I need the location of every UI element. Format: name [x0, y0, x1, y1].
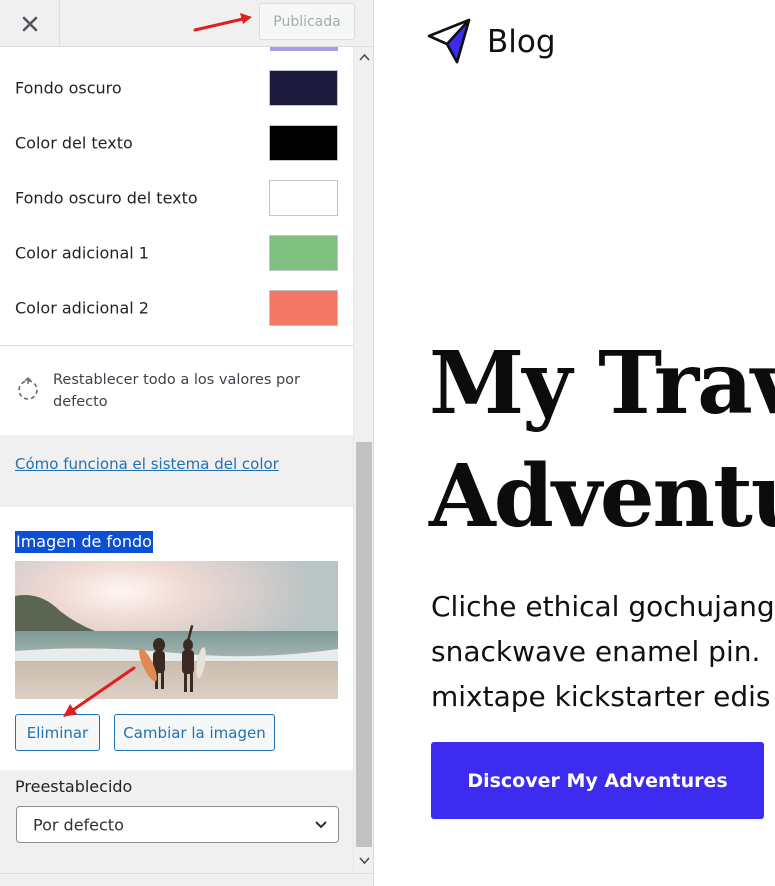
- close-icon: [22, 16, 37, 31]
- hero-text-line: Cliche ethical gochujang: [431, 590, 775, 623]
- colors-panel: Fondo oscuro Color del texto Fondo oscur…: [0, 47, 353, 873]
- site-preview: Blog My Trav Adventu Cliche ethical goch…: [375, 0, 775, 886]
- color-swatch[interactable]: [269, 180, 338, 216]
- color-label: Fondo oscuro: [15, 78, 122, 98]
- color-swatch[interactable]: [269, 290, 338, 326]
- color-label: Color adicional 2: [15, 298, 149, 318]
- color-swatch[interactable]: [269, 70, 338, 106]
- customizer-footer: [0, 873, 373, 886]
- color-swatch-partial[interactable]: [270, 47, 338, 51]
- color-palette-section: Fondo oscuro Color del texto Fondo oscur…: [0, 47, 353, 435]
- reset-colors-button[interactable]: Restablecer todo a los valores por defec…: [15, 367, 345, 415]
- preset-select[interactable]: Por defecto: [16, 806, 339, 843]
- customizer-sidebar: Publicada Fondo oscuro Color del texto F…: [0, 0, 374, 886]
- hero-title-line: Adventu: [429, 446, 775, 547]
- hero-text-line: snackwave enamel pin.: [431, 635, 761, 668]
- scroll-down-arrow-icon[interactable]: [359, 857, 370, 865]
- divider: [0, 345, 353, 346]
- color-label: Color del texto: [15, 133, 133, 153]
- help-section: Cómo funciona el sistema del color: [0, 435, 353, 507]
- preset-label: Preestablecido: [15, 777, 133, 796]
- site-title[interactable]: Blog: [487, 24, 556, 60]
- chevron-down-icon: [315, 821, 327, 829]
- color-row-color-adicional-1: Color adicional 1: [15, 235, 338, 271]
- customizer-header: Publicada: [0, 0, 373, 47]
- color-system-help-link[interactable]: Cómo funciona el sistema del color: [15, 455, 279, 473]
- color-swatch[interactable]: [269, 235, 338, 271]
- discover-adventures-button[interactable]: Discover My Adventures: [431, 742, 764, 819]
- reset-icon: [18, 377, 38, 400]
- hero-title-line: My Trav: [429, 333, 775, 434]
- paper-plane-logo-icon[interactable]: [427, 18, 471, 66]
- hero-text-line: mixtape kickstarter edis: [431, 680, 771, 713]
- color-row-color-del-texto: Color del texto: [15, 125, 338, 161]
- background-image-thumbnail[interactable]: [15, 561, 338, 699]
- hero-description: Cliche ethical gochujang snackwave ename…: [431, 584, 775, 719]
- hero-title: My Trav Adventu: [429, 327, 775, 553]
- scrollbar-thumb[interactable]: [356, 442, 372, 847]
- color-row-color-adicional-2: Color adicional 2: [15, 290, 338, 326]
- color-row-fondo-oscuro-del-texto: Fondo oscuro del texto: [15, 180, 338, 216]
- reset-label: Restablecer todo a los valores por defec…: [53, 372, 301, 410]
- color-label: Color adicional 1: [15, 243, 149, 263]
- panel-scrollbar[interactable]: [353, 47, 373, 873]
- background-image-section: Imagen de fondo Eliminar Cambiar la imag…: [0, 507, 353, 770]
- color-swatch[interactable]: [269, 125, 338, 161]
- publish-button[interactable]: Publicada: [259, 3, 355, 40]
- remove-image-button[interactable]: Eliminar: [15, 714, 100, 751]
- background-image-title: Imagen de fondo: [15, 531, 153, 553]
- change-image-button[interactable]: Cambiar la imagen: [114, 714, 275, 751]
- scroll-up-arrow-icon[interactable]: [359, 53, 370, 61]
- color-label: Fondo oscuro del texto: [15, 188, 198, 208]
- beach-photo: [15, 561, 338, 699]
- close-button[interactable]: [0, 0, 60, 47]
- color-row-fondo-oscuro: Fondo oscuro: [15, 70, 338, 106]
- preset-selected-value: Por defecto: [33, 815, 124, 834]
